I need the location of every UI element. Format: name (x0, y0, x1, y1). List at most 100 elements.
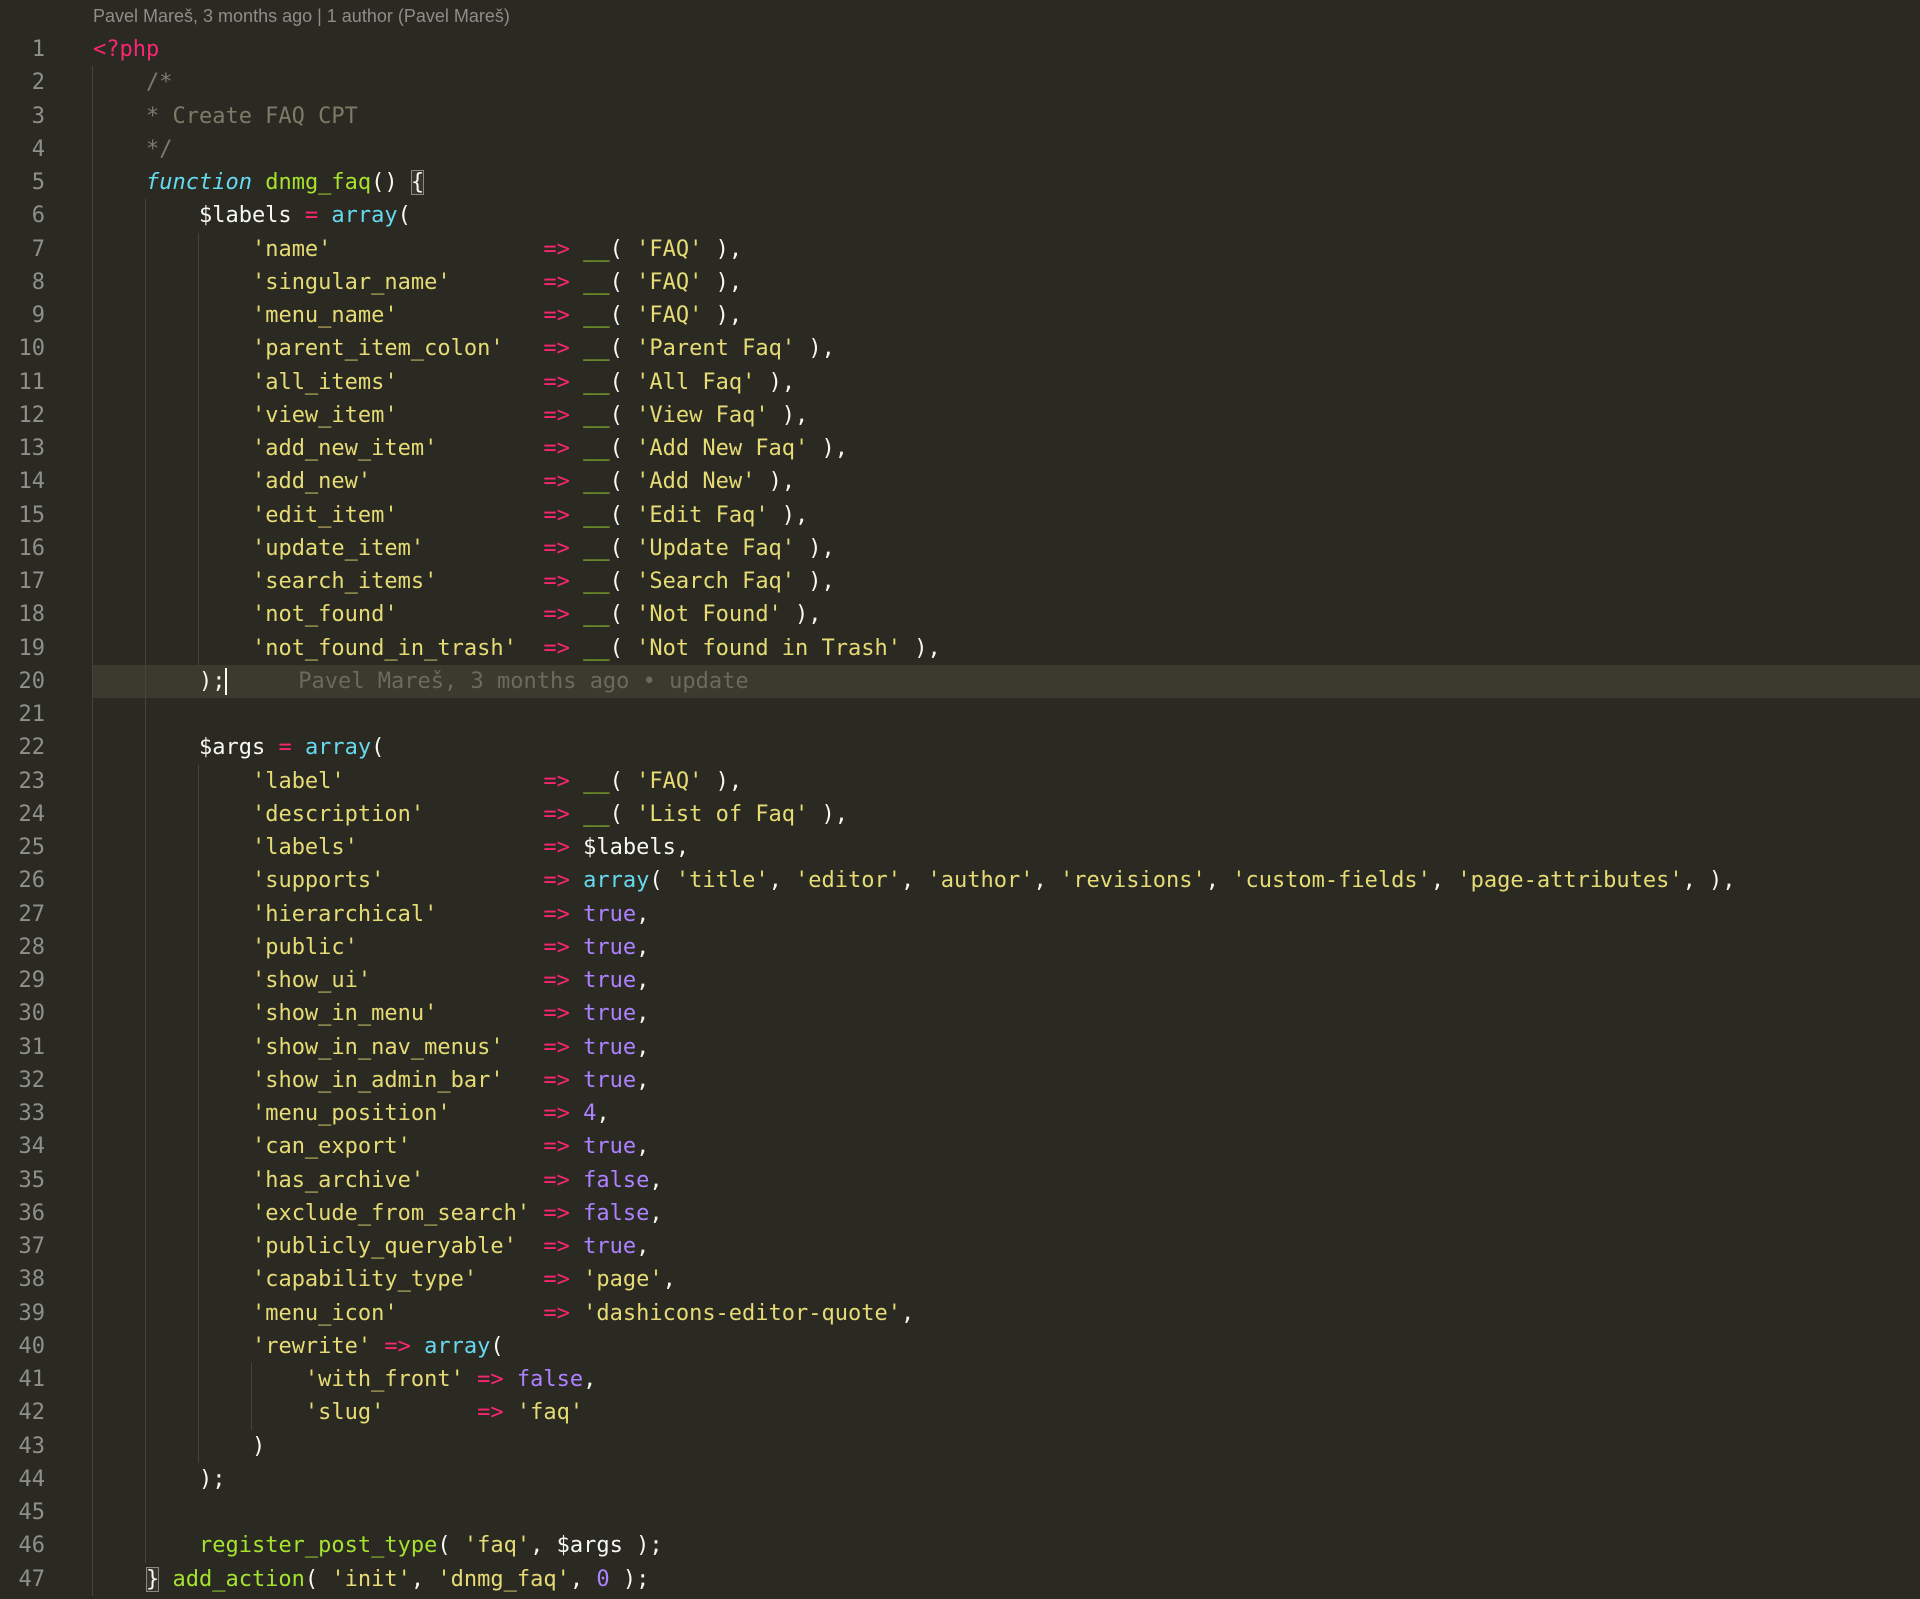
code-line-6[interactable]: 6 $labels = array( (0, 199, 1920, 232)
code-line-39[interactable]: 39 'menu_icon' => 'dashicons-editor-quot… (0, 1297, 1920, 1330)
code-line-47[interactable]: 47 } add_action( 'init', 'dnmg_faq', 0 )… (0, 1563, 1920, 1596)
line-content[interactable]: 'all_items' => __( 'All Faq' ), (45, 366, 1920, 399)
code-line-20[interactable]: 20 ); Pavel Mareš, 3 months ago • update (0, 664, 1920, 699)
line-content[interactable]: 'publicly_queryable' => true, (45, 1230, 1920, 1263)
code-line-14[interactable]: 14 'add_new' => __( 'Add New' ), (0, 465, 1920, 498)
git-blame-header[interactable]: Pavel Mareš, 3 months ago | 1 author (Pa… (0, 0, 1920, 33)
line-content[interactable]: 'menu_position' => 4, (45, 1097, 1920, 1130)
code-line-4[interactable]: 4 */ (0, 133, 1920, 166)
line-content[interactable]: ) (45, 1430, 1920, 1463)
code-line-19[interactable]: 19 'not_found_in_trash' => __( 'Not foun… (0, 632, 1920, 665)
code-line-15[interactable]: 15 'edit_item' => __( 'Edit Faq' ), (0, 499, 1920, 532)
line-content[interactable]: 'edit_item' => __( 'Edit Faq' ), (45, 499, 1920, 532)
line-content[interactable]: 'show_in_admin_bar' => true, (45, 1064, 1920, 1097)
code-line-12[interactable]: 12 'view_item' => __( 'View Faq' ), (0, 399, 1920, 432)
line-content[interactable]: function dnmg_faq() { (45, 166, 1920, 199)
line-content[interactable]: 'can_export' => true, (45, 1130, 1920, 1163)
code-token: __ (583, 402, 610, 428)
code-line-32[interactable]: 32 'show_in_admin_bar' => true, (0, 1064, 1920, 1097)
code-line-42[interactable]: 42 'slug' => 'faq' (0, 1396, 1920, 1429)
code-line-17[interactable]: 17 'search_items' => __( 'Search Faq' ), (0, 565, 1920, 598)
line-content[interactable]: * Create FAQ CPT (45, 100, 1920, 133)
line-content[interactable]: 'show_in_nav_menus' => true, (45, 1031, 1920, 1064)
line-content[interactable]: 'with_front' => false, (45, 1363, 1920, 1396)
line-content[interactable]: 'search_items' => __( 'Search Faq' ), (45, 565, 1920, 598)
code-line-43[interactable]: 43 ) (0, 1430, 1920, 1463)
code-line-23[interactable]: 23 'label' => __( 'FAQ' ), (0, 765, 1920, 798)
line-content[interactable]: 'not_found_in_trash' => __( 'Not found i… (45, 632, 1920, 665)
line-content[interactable]: 'show_ui' => true, (45, 964, 1920, 997)
code-line-29[interactable]: 29 'show_ui' => true, (0, 964, 1920, 997)
line-content[interactable]: 'supports' => array( 'title', 'editor' , … (45, 864, 1920, 897)
code-line-34[interactable]: 34 'can_export' => true, (0, 1130, 1920, 1163)
line-content[interactable]: 'rewrite' => array( (45, 1330, 1920, 1363)
line-content[interactable]: 'capability_type' => 'page', (45, 1263, 1920, 1296)
code-token: __ (583, 635, 610, 661)
line-content[interactable]: ); (45, 1463, 1920, 1496)
code-line-22[interactable]: 22 $args = array( (0, 731, 1920, 764)
line-content[interactable]: 'has_archive' => false, (45, 1164, 1920, 1197)
code-line-46[interactable]: 46 register_post_type( 'faq', $args ); (0, 1529, 1920, 1562)
code-line-11[interactable]: 11 'all_items' => __( 'All Faq' ), (0, 366, 1920, 399)
code-line-18[interactable]: 18 'not_found' => __( 'Not Found' ), (0, 598, 1920, 631)
code-line-24[interactable]: 24 'description' => __( 'List of Faq' ), (0, 798, 1920, 831)
code-line-26[interactable]: 26 'supports' => array( 'title', 'editor… (0, 864, 1920, 897)
code-token: 'edit_item' (251, 502, 398, 528)
code-line-3[interactable]: 3 * Create FAQ CPT (0, 100, 1920, 133)
line-content[interactable] (45, 698, 1920, 731)
code-line-9[interactable]: 9 'menu_name' => __( 'FAQ' ), (0, 299, 1920, 332)
code-line-5[interactable]: 5 function dnmg_faq() { (0, 166, 1920, 199)
line-content[interactable]: 'hierarchical' => true, (45, 898, 1920, 931)
code-line-44[interactable]: 44 ); (0, 1463, 1920, 1496)
code-line-2[interactable]: 2 /* (0, 66, 1920, 99)
line-content[interactable]: */ (45, 133, 1920, 166)
code-line-30[interactable]: 30 'show_in_menu' => true, (0, 997, 1920, 1030)
code-line-7[interactable]: 7 'name' => __( 'FAQ' ), (0, 233, 1920, 266)
line-content[interactable]: 'name' => __( 'FAQ' ), (45, 233, 1920, 266)
code-line-36[interactable]: 36 'exclude_from_search' => false, (0, 1197, 1920, 1230)
line-content[interactable]: 'singular_name' => __( 'FAQ' ), (45, 266, 1920, 299)
code-line-8[interactable]: 8 'singular_name' => __( 'FAQ' ), (0, 266, 1920, 299)
code-line-10[interactable]: 10 'parent_item_colon' => __( 'Parent Fa… (0, 332, 1920, 365)
line-content[interactable]: 'description' => __( 'List of Faq' ), (45, 798, 1920, 831)
code-line-21[interactable]: 21 (0, 698, 1920, 731)
line-content[interactable]: $args = array( (45, 731, 1920, 764)
line-content[interactable]: 'exclude_from_search' => false, (45, 1197, 1920, 1230)
line-content[interactable]: } add_action( 'init', 'dnmg_faq', 0 ); (45, 1563, 1920, 1596)
line-content[interactable]: 'not_found' => __( 'Not Found' ), (45, 598, 1920, 631)
line-content[interactable]: 'slug' => 'faq' (45, 1396, 1920, 1429)
code-line-40[interactable]: 40 'rewrite' => array( (0, 1330, 1920, 1363)
code-line-38[interactable]: 38 'capability_type' => 'page', (0, 1263, 1920, 1296)
code-line-31[interactable]: 31 'show_in_nav_menus' => true, (0, 1031, 1920, 1064)
code-line-41[interactable]: 41 'with_front' => false, (0, 1363, 1920, 1396)
line-content[interactable]: $labels = array( (45, 199, 1920, 232)
line-content[interactable]: 'label' => __( 'FAQ' ), (45, 765, 1920, 798)
line-content[interactable]: 'update_item' => __( 'Update Faq' ), (45, 532, 1920, 565)
line-content[interactable] (45, 1496, 1920, 1529)
line-content[interactable]: 'parent_item_colon' => __( 'Parent Faq' … (45, 332, 1920, 365)
line-content[interactable]: register_post_type( 'faq', $args ); (45, 1529, 1920, 1562)
code-line-45[interactable]: 45 (0, 1496, 1920, 1529)
line-number: 4 (31, 136, 45, 162)
code-line-1[interactable]: 1 <?php (0, 33, 1920, 66)
code-line-27[interactable]: 27 'hierarchical' => true, (0, 898, 1920, 931)
line-content[interactable]: 'labels' => $labels, (45, 831, 1920, 864)
inline-blame-annotation[interactable]: Pavel Mareš, 3 months ago • update (298, 665, 748, 698)
code-line-25[interactable]: 25 'labels' => $labels, (0, 831, 1920, 864)
line-content[interactable]: 'show_in_menu' => true, (45, 997, 1920, 1030)
line-content[interactable]: 'public' => true, (45, 931, 1920, 964)
code-line-33[interactable]: 33 'menu_position' => 4, (0, 1097, 1920, 1130)
line-content[interactable]: 'menu_name' => __( 'FAQ' ), (45, 299, 1920, 332)
line-content[interactable]: 'add_new_item' => __( 'Add New Faq' ), (45, 432, 1920, 465)
line-content[interactable]: <?php (45, 33, 1920, 66)
code-line-35[interactable]: 35 'has_archive' => false, (0, 1164, 1920, 1197)
code-line-28[interactable]: 28 'public' => true, (0, 931, 1920, 964)
code-line-13[interactable]: 13 'add_new_item' => __( 'Add New Faq' )… (0, 432, 1920, 465)
line-content[interactable]: 'menu_icon' => 'dashicons-editor-quote', (45, 1297, 1920, 1330)
code-line-16[interactable]: 16 'update_item' => __( 'Update Faq' ), (0, 532, 1920, 565)
line-content[interactable]: 'add_new' => __( 'Add New' ), (45, 465, 1920, 498)
line-content[interactable]: /* (45, 66, 1920, 99)
code-line-37[interactable]: 37 'publicly_queryable' => true, (0, 1230, 1920, 1263)
line-content[interactable]: 'view_item' => __( 'View Faq' ), (45, 399, 1920, 432)
